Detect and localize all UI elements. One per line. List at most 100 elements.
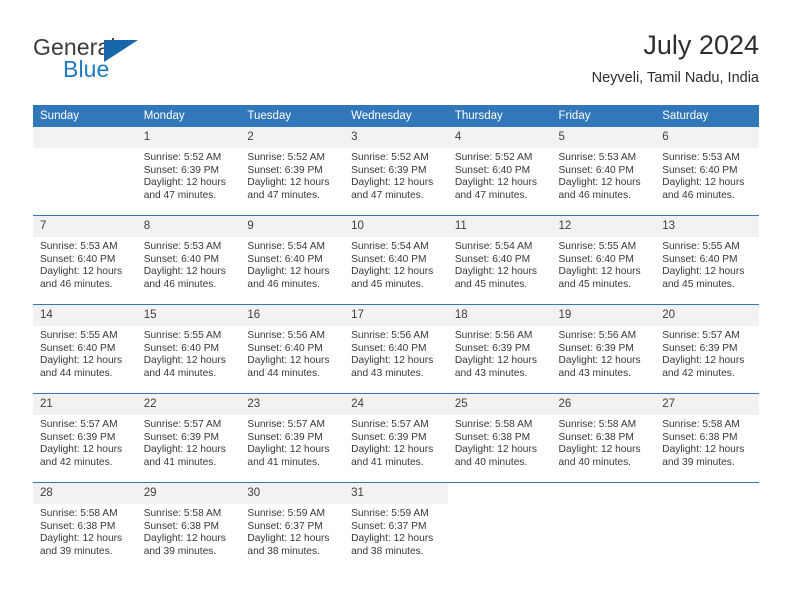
calendar-day-cell[interactable]: 27 Sunrise: 5:58 AM Sunset: 6:38 PM Dayligh… <box>655 393 759 483</box>
sunset-text: Sunset: 6:39 PM <box>143 164 220 176</box>
calendar-day-cell[interactable]: 2 Sunrise: 5:52 AM Sunset: 6:39 PM Daylight… <box>240 127 345 216</box>
weekday-header-friday: Friday <box>551 105 656 127</box>
sunrise-text: Sunrise: 5:57 AM <box>351 419 429 430</box>
day-cell-inner: 1 Sunrise: 5:52 AM Sunset: 6:39 PM Daylight… <box>136 127 241 215</box>
daylight-text-line1: Daylight: 12 hours <box>351 533 434 545</box>
calendar-day-cell[interactable]: 28 Sunrise: 5:58 AM Sunset: 6:38 PM Dayligh… <box>33 482 137 571</box>
day-details: Sunrise: 5:55 AM Sunset: 6:40 PM Daylight:… <box>33 326 137 380</box>
daylight-text-line1: Daylight: 12 hours <box>143 355 226 367</box>
weekday-header-saturday: Saturday <box>655 105 759 127</box>
calendar-day-cell[interactable]: 26 Sunrise: 5:58 AM Sunset: 6:38 PM Dayligh… <box>551 393 656 483</box>
day-number: 14 <box>33 305 137 326</box>
day-details: Sunrise: 5:57 AM Sunset: 6:39 PM Daylight:… <box>137 415 241 469</box>
location-subtitle: Neyveli, Tamil Nadu, India <box>591 70 759 86</box>
sunset-text: Sunset: 6:40 PM <box>662 164 738 176</box>
daylight-text-line1: Daylight: 12 hours <box>143 444 226 456</box>
daylight-text-line2: and 44 minutes. <box>247 367 320 379</box>
calendar-day-cell[interactable]: 11 Sunrise: 5:54 AM Sunset: 6:40 PM Dayligh… <box>447 215 552 305</box>
daylight-text-line2: and 46 minutes. <box>40 278 113 290</box>
sunrise-text: Sunrise: 5:53 AM <box>662 152 740 163</box>
calendar-day-cell[interactable]: 30 Sunrise: 5:59 AM Sunset: 6:37 PM Dayligh… <box>240 482 345 571</box>
calendar-day-cell[interactable]: 18 Sunrise: 5:56 AM Sunset: 6:39 PM Dayligh… <box>447 304 552 394</box>
day-number: 21 <box>33 394 137 415</box>
calendar-body: 1 Sunrise: 5:52 AM Sunset: 6:39 PM Daylight… <box>33 127 759 571</box>
day-cell-inner: 23 Sunrise: 5:57 AM Sunset: 6:39 PM Dayligh… <box>240 394 345 482</box>
day-number: 3 <box>344 127 448 148</box>
daylight-text-line1: Daylight: 12 hours <box>351 444 434 456</box>
sunset-text: Sunset: 6:40 PM <box>558 253 634 265</box>
daylight-text-line2: and 39 minutes. <box>40 545 113 557</box>
day-details: Sunrise: 5:59 AM Sunset: 6:37 PM Daylight:… <box>344 504 448 558</box>
sunset-text: Sunset: 6:38 PM <box>558 431 634 443</box>
sunrise-text: Sunrise: 5:56 AM <box>247 330 325 341</box>
calendar-day-cell[interactable]: 5 Sunrise: 5:53 AM Sunset: 6:40 PM Daylight… <box>551 127 656 216</box>
day-details: Sunrise: 5:57 AM Sunset: 6:39 PM Daylight:… <box>240 415 344 469</box>
calendar-day-cell[interactable]: 20 Sunrise: 5:57 AM Sunset: 6:39 PM Dayligh… <box>655 304 759 394</box>
calendar-day-cell[interactable]: 21 Sunrise: 5:57 AM Sunset: 6:39 PM Dayligh… <box>33 393 137 483</box>
daylight-text-line1: Daylight: 12 hours <box>454 177 537 189</box>
calendar-day-cell[interactable]: 14 Sunrise: 5:55 AM Sunset: 6:40 PM Dayligh… <box>33 304 137 394</box>
day-number: 12 <box>551 216 656 237</box>
day-cell-inner: 6 Sunrise: 5:53 AM Sunset: 6:40 PM Daylight… <box>655 127 759 215</box>
calendar-day-cell[interactable]: 23 Sunrise: 5:57 AM Sunset: 6:39 PM Dayligh… <box>240 393 345 483</box>
daylight-text-line2: and 46 minutes. <box>662 189 735 201</box>
day-details: Sunrise: 5:52 AM Sunset: 6:39 PM Daylight:… <box>137 148 241 202</box>
day-number: 7 <box>33 216 137 237</box>
calendar-day-cell[interactable]: 6 Sunrise: 5:53 AM Sunset: 6:40 PM Daylight… <box>655 127 759 216</box>
day-number: 5 <box>551 127 656 148</box>
calendar-day-cell[interactable]: 3 Sunrise: 5:52 AM Sunset: 6:39 PM Daylight… <box>344 127 448 216</box>
calendar-day-cell[interactable]: 1 Sunrise: 5:52 AM Sunset: 6:39 PM Daylight… <box>136 127 241 216</box>
sunset-text: Sunset: 6:39 PM <box>247 431 323 443</box>
day-cell-inner: 9 Sunrise: 5:54 AM Sunset: 6:40 PM Daylight… <box>240 216 345 304</box>
sunset-text: Sunset: 6:37 PM <box>247 520 323 532</box>
calendar-day-cell[interactable]: 9 Sunrise: 5:54 AM Sunset: 6:40 PM Daylight… <box>240 215 345 305</box>
sunrise-text: Sunrise: 5:52 AM <box>143 152 222 163</box>
daylight-text-line1: Daylight: 12 hours <box>143 266 226 278</box>
daylight-text-line2: and 46 minutes. <box>143 278 217 290</box>
calendar-week-row: 21 Sunrise: 5:57 AM Sunset: 6:39 PM Dayligh… <box>33 393 759 483</box>
day-cell-inner: 31 Sunrise: 5:59 AM Sunset: 6:37 PM Dayligh… <box>344 483 448 571</box>
day-details: Sunrise: 5:59 AM Sunset: 6:37 PM Daylight:… <box>240 504 344 558</box>
brand-name-blue: Blue <box>63 56 110 82</box>
sunset-text: Sunset: 6:39 PM <box>351 431 427 443</box>
weekday-header-monday: Monday <box>136 105 241 127</box>
daylight-text-line1: Daylight: 12 hours <box>454 444 537 456</box>
calendar-day-cell[interactable]: 19 Sunrise: 5:56 AM Sunset: 6:39 PM Dayligh… <box>551 304 656 394</box>
day-details: Sunrise: 5:56 AM Sunset: 6:40 PM Daylight:… <box>240 326 344 380</box>
brand-logo[interactable]: General Blue <box>33 34 263 90</box>
calendar-day-cell[interactable]: 15 Sunrise: 5:55 AM Sunset: 6:40 PM Dayligh… <box>136 304 241 394</box>
daylight-text-line2: and 46 minutes. <box>247 278 320 290</box>
sunrise-text: Sunrise: 5:56 AM <box>454 330 533 341</box>
day-details: Sunrise: 5:53 AM Sunset: 6:40 PM Daylight:… <box>552 148 656 202</box>
day-details: Sunrise: 5:58 AM Sunset: 6:38 PM Daylight:… <box>448 415 552 469</box>
calendar-day-cell[interactable]: 29 Sunrise: 5:58 AM Sunset: 6:38 PM Dayligh… <box>136 482 241 571</box>
sunset-text: Sunset: 6:40 PM <box>351 342 427 354</box>
daylight-text-line1: Daylight: 12 hours <box>662 355 745 367</box>
calendar-day-cell[interactable]: 25 Sunrise: 5:58 AM Sunset: 6:38 PM Dayligh… <box>447 393 552 483</box>
sunset-text: Sunset: 6:40 PM <box>454 253 531 265</box>
sunrise-text: Sunrise: 5:57 AM <box>662 330 740 341</box>
calendar-day-cell[interactable]: 8 Sunrise: 5:53 AM Sunset: 6:40 PM Daylight… <box>136 215 241 305</box>
day-cell-inner: 13 Sunrise: 5:55 AM Sunset: 6:40 PM Dayligh… <box>655 216 759 304</box>
calendar-day-cell[interactable]: 4 Sunrise: 5:52 AM Sunset: 6:40 PM Daylight… <box>447 127 552 216</box>
calendar-empty-cell <box>655 482 759 571</box>
daylight-text-line1: Daylight: 12 hours <box>558 355 641 367</box>
calendar-week-row: 1 Sunrise: 5:52 AM Sunset: 6:39 PM Daylight… <box>33 127 759 216</box>
calendar-day-cell[interactable]: 7 Sunrise: 5:53 AM Sunset: 6:40 PM Daylight… <box>33 215 137 305</box>
day-number: 29 <box>136 483 241 504</box>
calendar-day-cell[interactable]: 12 Sunrise: 5:55 AM Sunset: 6:40 PM Dayligh… <box>551 215 656 305</box>
calendar-empty-cell <box>447 482 552 571</box>
calendar-day-cell[interactable]: 17 Sunrise: 5:56 AM Sunset: 6:40 PM Dayligh… <box>344 304 448 394</box>
day-number: 10 <box>344 216 448 237</box>
day-cell-inner: 26 Sunrise: 5:58 AM Sunset: 6:38 PM Dayligh… <box>551 394 656 482</box>
sunset-text: Sunset: 6:39 PM <box>247 164 323 176</box>
daylight-text-line2: and 45 minutes. <box>351 278 424 290</box>
calendar-day-cell[interactable]: 31 Sunrise: 5:59 AM Sunset: 6:37 PM Dayligh… <box>344 482 448 571</box>
day-details: Sunrise: 5:58 AM Sunset: 6:38 PM Daylight:… <box>33 504 137 558</box>
calendar-day-cell[interactable]: 22 Sunrise: 5:57 AM Sunset: 6:39 PM Dayligh… <box>136 393 241 483</box>
calendar-day-cell[interactable]: 10 Sunrise: 5:54 AM Sunset: 6:40 PM Dayligh… <box>344 215 448 305</box>
day-number: 17 <box>344 305 448 326</box>
calendar-day-cell[interactable]: 13 Sunrise: 5:55 AM Sunset: 6:40 PM Dayligh… <box>655 215 759 305</box>
calendar-day-cell[interactable]: 24 Sunrise: 5:57 AM Sunset: 6:39 PM Dayligh… <box>344 393 448 483</box>
calendar-day-cell[interactable]: 16 Sunrise: 5:56 AM Sunset: 6:40 PM Dayligh… <box>240 304 345 394</box>
